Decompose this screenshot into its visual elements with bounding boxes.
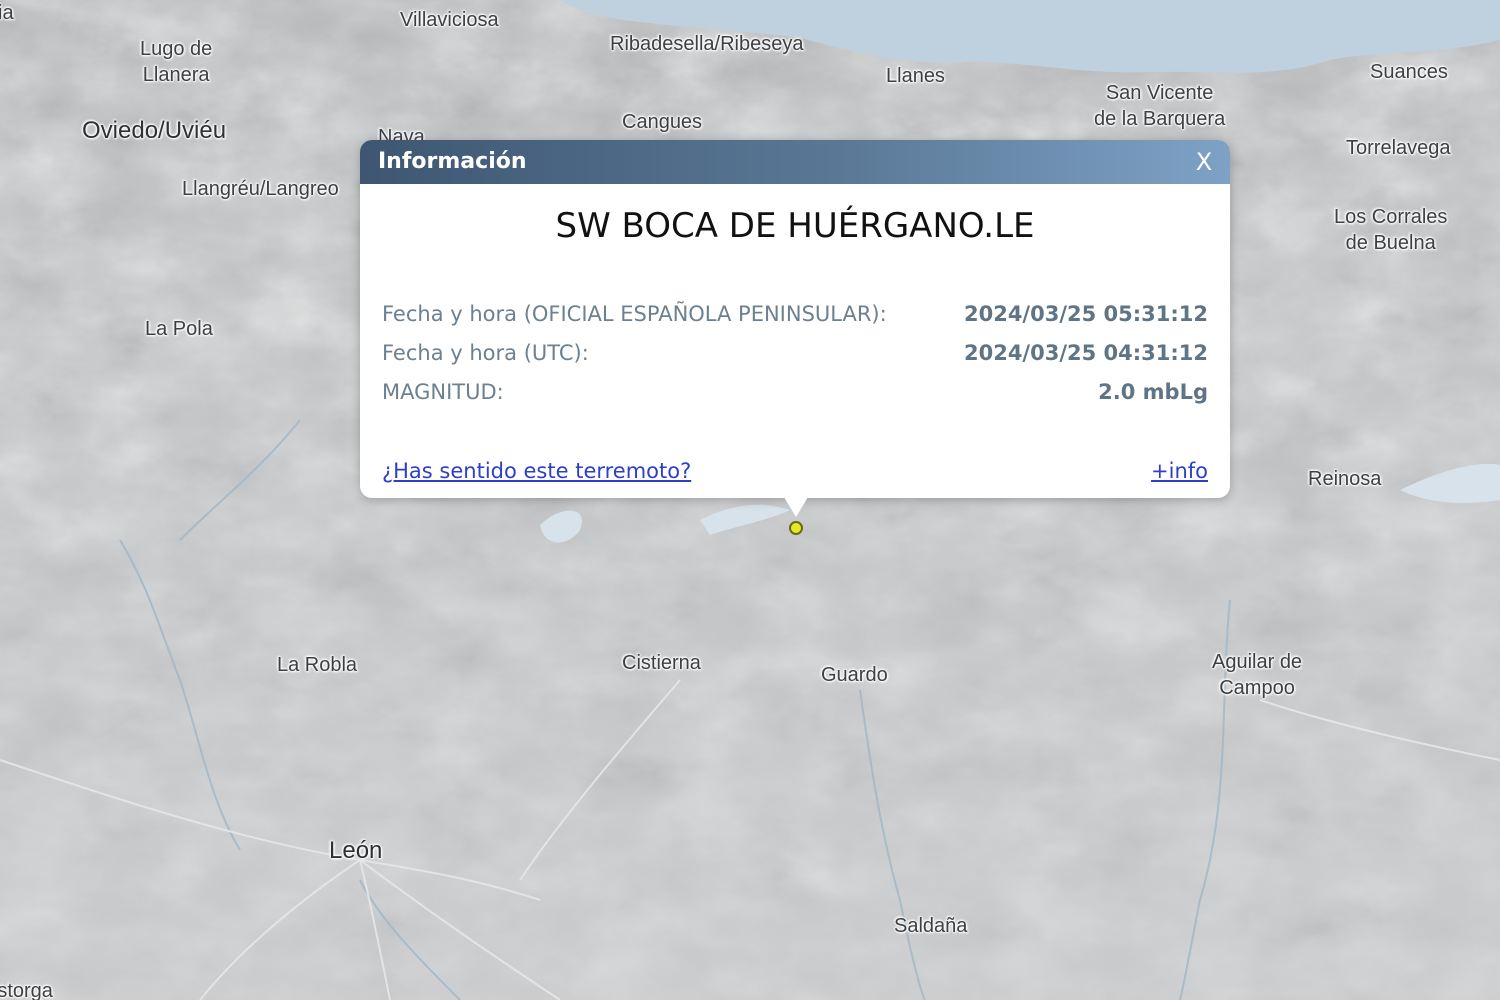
felt-earthquake-link[interactable]: ¿Has sentido este terremoto? (382, 456, 691, 486)
place-label: Llangréu/Langreo (182, 178, 339, 200)
popup-pointer (784, 497, 808, 517)
row-value: 2024/03/25 05:31:12 (963, 302, 1208, 326)
place-label: San Vicente de la Barquera (1094, 82, 1226, 130)
row-label: MAGNITUD: (382, 380, 504, 404)
row-label: Fecha y hora (OFICIAL ESPAÑOLA PENINSULA… (382, 302, 887, 326)
row-value: 2.0 mbLg (1098, 380, 1208, 404)
place-label: La Robla (277, 654, 358, 676)
info-popup: Información X SW BOCA DE HUÉRGANO.LE Fec… (360, 140, 1230, 517)
place-label: Oviedo/Uviéu (82, 117, 227, 144)
more-info-link[interactable]: +info (1151, 456, 1208, 486)
place-label: Ribadesella/Ribeseya (610, 33, 804, 55)
place-label: Lugo de Llanera (140, 38, 213, 86)
place-label: Aguilar de Campoo (1212, 651, 1303, 699)
place-label: Saldaña (894, 915, 968, 937)
earthquake-marker[interactable] (789, 521, 803, 535)
place-label: Suances (1370, 61, 1448, 83)
row-value: 2024/03/25 04:31:12 (963, 341, 1208, 365)
place-label: La Pola (145, 318, 213, 340)
close-button[interactable]: X (1192, 140, 1216, 184)
info-row-local-time: Fecha y hora (OFICIAL ESPAÑOLA PENINSULA… (382, 299, 1208, 329)
popup-header: Información X (360, 140, 1230, 184)
place-label: Torrelavega (1346, 137, 1451, 159)
map-canvas[interactable]: Villaviciosa Ribadesella/Ribeseya Lugo d… (0, 0, 1500, 1000)
place-label: Llanes (886, 65, 945, 87)
place-label: León (329, 837, 383, 864)
place-label: Cistierna (622, 652, 701, 674)
place-label: Reinosa (1308, 468, 1382, 490)
row-label: Fecha y hora (UTC): (382, 341, 589, 365)
event-title: SW BOCA DE HUÉRGANO.LE (555, 206, 1035, 246)
place-label: Villaviciosa (400, 9, 499, 31)
info-row-magnitude: MAGNITUD: 2.0 mbLg (382, 377, 1208, 407)
place-label: Los Corrales de Buelna (1334, 206, 1448, 254)
info-row-utc-time: Fecha y hora (UTC): 2024/03/25 04:31:12 (382, 338, 1208, 368)
place-label: via (0, 2, 14, 24)
popup-title: Información (378, 149, 527, 174)
place-label: Cangues (622, 111, 703, 133)
place-label: Astorga (0, 980, 53, 1000)
place-label: Guardo (821, 664, 888, 686)
